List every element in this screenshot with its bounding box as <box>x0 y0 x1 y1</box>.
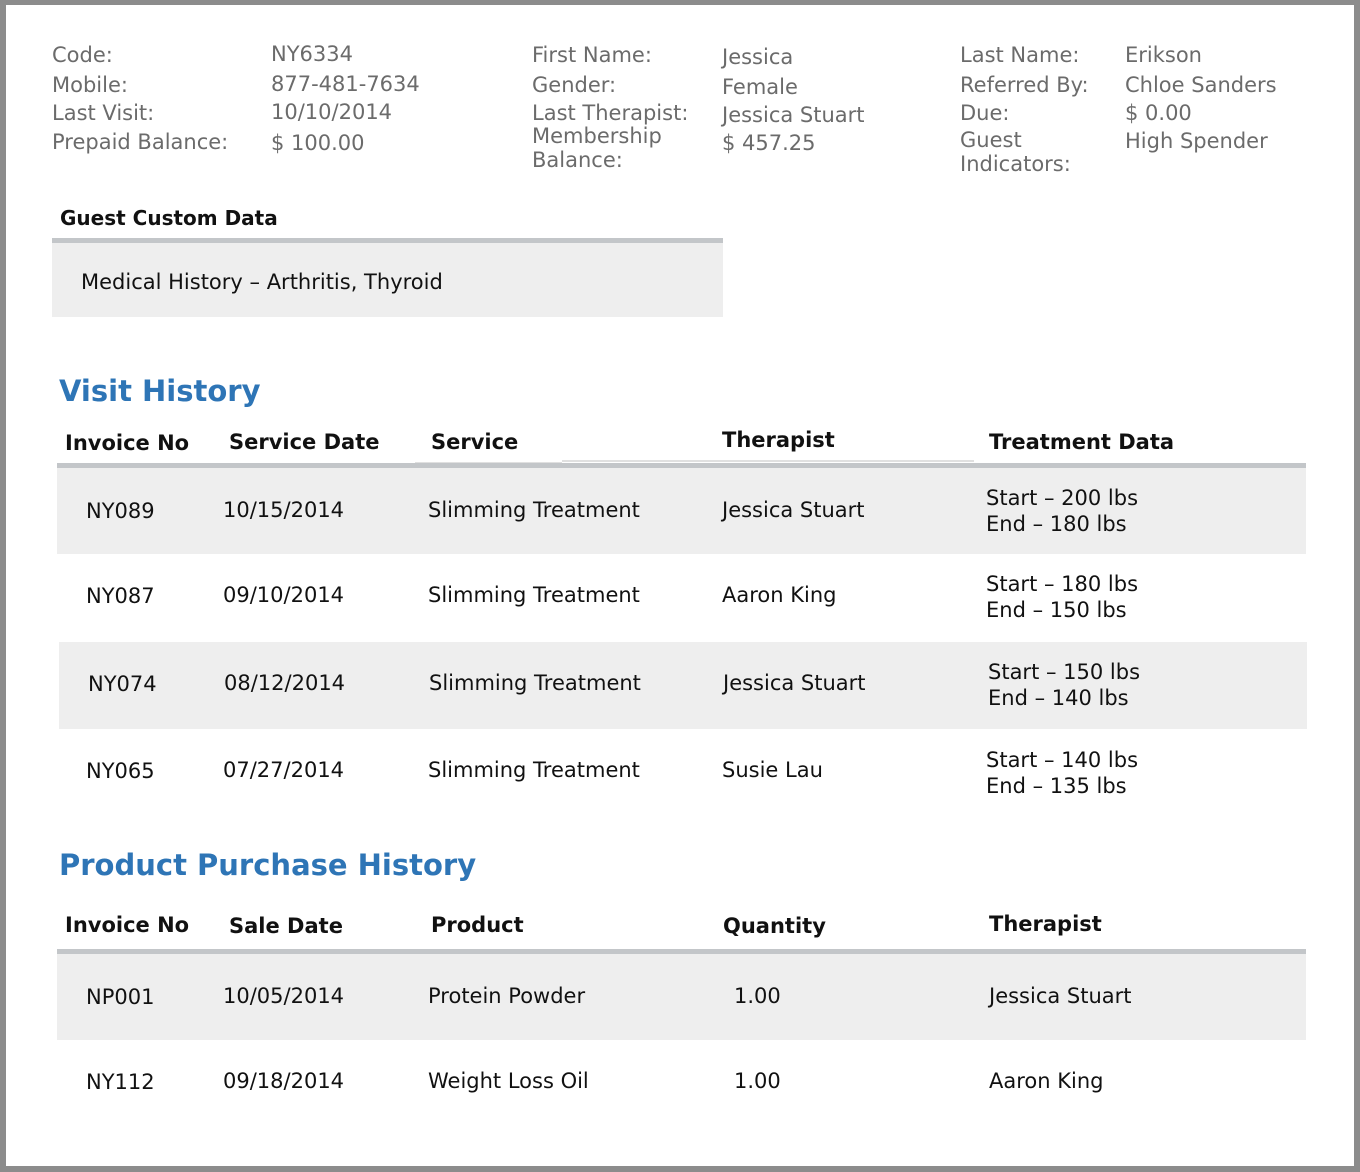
last-name-label: Last Name: <box>960 43 1080 67</box>
product-history-title: Product Purchase History <box>59 848 477 882</box>
mobile-label: Mobile: <box>52 73 128 97</box>
invoice-cell: NP001 <box>86 985 155 1009</box>
therapist-cell: Aaron King <box>722 583 837 607</box>
referred-value: Chloe Sanders <box>1125 73 1277 97</box>
membership-value: $ 457.25 <box>722 131 816 155</box>
custom-data-box: Medical History – Arthritis, Thyroid <box>52 238 723 317</box>
code-value: NY6334 <box>271 42 353 66</box>
visit-header-date: Service Date <box>229 430 380 454</box>
therapist-cell: Jessica Stuart <box>722 498 865 522</box>
product-header-invoice: Invoice No <box>65 913 190 937</box>
mobile-value: 877-481-7634 <box>271 72 420 96</box>
invoice-cell: NY112 <box>86 1070 155 1094</box>
visit-header-service: Service <box>431 430 519 454</box>
product-cell: Weight Loss Oil <box>428 1069 589 1093</box>
treatment-cell: Start – 200 lbs End – 180 lbs <box>986 486 1139 536</box>
date-cell: 09/18/2014 <box>223 1069 345 1093</box>
gender-label: Gender: <box>532 73 617 97</box>
service-cell: Slimming Treatment <box>429 671 641 695</box>
treatment-cell: Start – 180 lbs End – 150 lbs <box>986 572 1139 622</box>
date-cell: 10/15/2014 <box>223 498 345 522</box>
date-cell: 10/05/2014 <box>223 984 345 1008</box>
date-cell: 07/27/2014 <box>223 758 345 782</box>
invoice-cell: NY087 <box>86 584 155 608</box>
due-value: $ 0.00 <box>1125 101 1192 125</box>
service-cell: Slimming Treatment <box>428 758 640 782</box>
header-divider <box>562 460 974 462</box>
table-row[interactable]: NY074 08/12/2014 Slimming Treatment Jess… <box>59 642 1307 729</box>
indicators-value: High Spender <box>1125 129 1268 153</box>
therapist-cell: Susie Lau <box>722 758 823 782</box>
visit-header-invoice: Invoice No <box>65 431 190 455</box>
table-row[interactable]: NY089 10/15/2014 Slimming Treatment Jess… <box>57 468 1306 554</box>
product-header-date: Sale Date <box>229 914 343 938</box>
product-header-therapist: Therapist <box>989 912 1102 936</box>
visit-history-title: Visit History <box>59 374 261 408</box>
first-name-label: First Name: <box>532 43 652 67</box>
custom-data-title: Guest Custom Data <box>60 206 278 230</box>
therapist-cell: Aaron King <box>989 1069 1104 1093</box>
invoice-cell: NY089 <box>86 499 155 523</box>
first-name-value: Jessica <box>722 45 794 69</box>
date-cell: 09/10/2014 <box>223 583 345 607</box>
invoice-cell: NY065 <box>86 759 155 783</box>
table-row[interactable]: NY065 07/27/2014 Slimming Treatment Susi… <box>57 729 1306 817</box>
product-header-quantity: Quantity <box>723 914 826 938</box>
last-name-value: Erikson <box>1125 43 1202 67</box>
service-cell: Slimming Treatment <box>428 583 640 607</box>
code-label: Code: <box>52 43 113 67</box>
treatment-cell: Start – 140 lbs End – 135 lbs <box>986 748 1139 798</box>
product-header-product: Product <box>431 913 524 937</box>
visit-header-treatment: Treatment Data <box>989 430 1175 454</box>
quantity-cell: 1.00 <box>734 984 781 1008</box>
referred-label: Referred By: <box>960 73 1089 97</box>
custom-data-text: Medical History – Arthritis, Thyroid <box>81 270 443 294</box>
quantity-cell: 1.00 <box>734 1069 781 1093</box>
therapist-cell: Jessica Stuart <box>723 671 866 695</box>
visit-header-therapist: Therapist <box>722 428 835 452</box>
prepaid-label: Prepaid Balance: <box>52 130 229 154</box>
last-visit-label: Last Visit: <box>52 101 155 125</box>
product-cell: Protein Powder <box>428 984 586 1008</box>
table-row[interactable]: NP001 10/05/2014 Protein Powder 1.00 Jes… <box>57 954 1306 1040</box>
due-label: Due: <box>960 101 1010 125</box>
gender-value: Female <box>722 75 798 99</box>
therapist-cell: Jessica Stuart <box>989 984 1132 1008</box>
treatment-cell: Start – 150 lbs End – 140 lbs <box>988 660 1141 710</box>
service-cell: Slimming Treatment <box>428 498 640 522</box>
table-row[interactable]: NY087 09/10/2014 Slimming Treatment Aaro… <box>57 554 1306 642</box>
indicators-label: Guest Indicators: <box>960 128 1071 176</box>
last-visit-value: 10/10/2014 <box>271 100 393 124</box>
prepaid-value: $ 100.00 <box>271 131 365 155</box>
last-therapist-value: Jessica Stuart <box>722 103 865 127</box>
membership-label: Membership Balance: <box>532 124 662 172</box>
date-cell: 08/12/2014 <box>224 671 346 695</box>
invoice-cell: NY074 <box>88 672 157 696</box>
table-row[interactable]: NY112 09/18/2014 Weight Loss Oil 1.00 Aa… <box>57 1040 1306 1126</box>
